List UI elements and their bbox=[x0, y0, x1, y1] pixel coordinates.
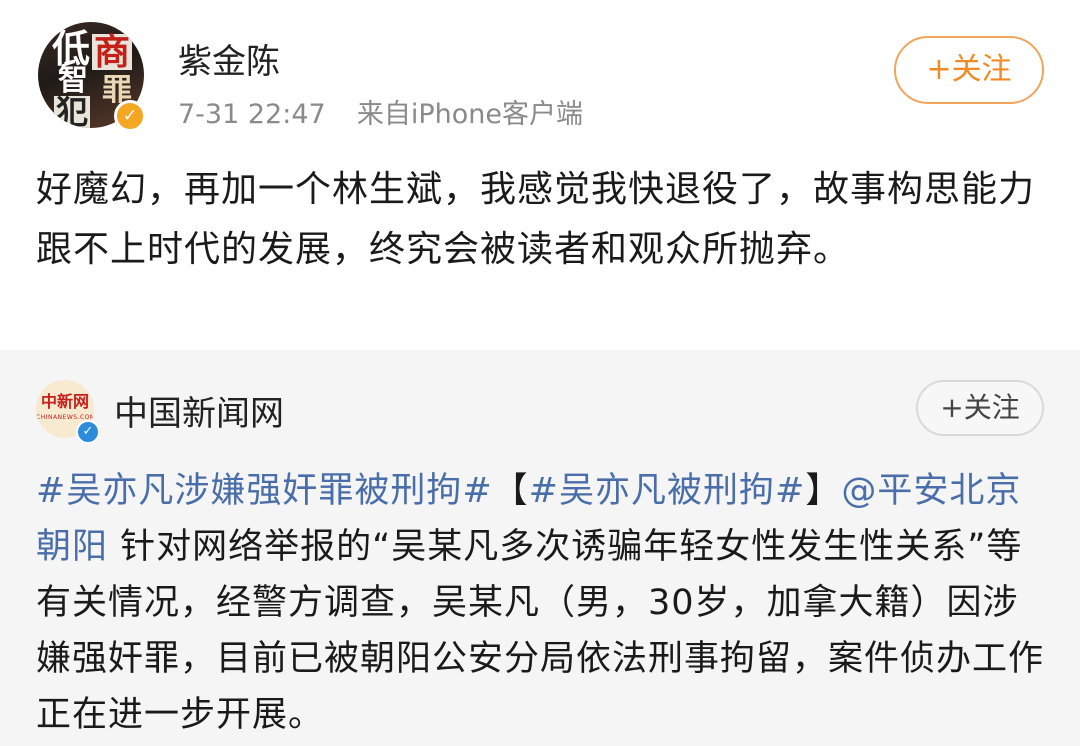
chinanews-logo: 中新网 bbox=[40, 392, 89, 411]
repost-username[interactable]: 中国新闻网 bbox=[114, 386, 284, 435]
verified-badge-icon: ✓ bbox=[114, 100, 146, 132]
repost-body: 针对网络举报的“吴某凡多次诱骗年轻女性发生性关系”等有关情况，经警方调查，吴某凡… bbox=[36, 527, 1045, 735]
verified-badge-icon: ✓ bbox=[76, 420, 100, 444]
avatar-char: 智 bbox=[58, 63, 88, 98]
post-meta: 7-31 22:47 来自iPhone客户端 bbox=[178, 92, 583, 131]
author-username[interactable]: 紫金陈 bbox=[178, 34, 280, 83]
bracket-open: 【 bbox=[492, 471, 529, 511]
hashtag-link[interactable]: #吴亦凡涉嫌强奸罪被刑拘# bbox=[36, 471, 493, 511]
hashtag-link[interactable]: #吴亦凡被刑拘# bbox=[529, 471, 806, 511]
repost-follow-button[interactable]: +关注 bbox=[916, 380, 1044, 436]
reposted-card[interactable]: 中新网 CHINANEWS.COM ✓ 中国新闻网 +关注 #吴亦凡涉嫌强奸罪被… bbox=[0, 350, 1080, 746]
avatar-char: 犯 bbox=[54, 93, 91, 128]
follow-button[interactable]: +关注 bbox=[894, 36, 1044, 104]
bracket-close: 】 bbox=[805, 471, 842, 511]
author-avatar-wrap[interactable]: 低 商 智 罪 犯 ✓ bbox=[38, 22, 146, 132]
repost-text: #吴亦凡涉嫌强奸罪被刑拘#【#吴亦凡被刑拘#】@平安北京朝阳 针对网络举报的“吴… bbox=[36, 463, 1048, 743]
avatar-char: 商 bbox=[92, 31, 133, 73]
post-timestamp: 7-31 22:47 bbox=[178, 99, 326, 130]
repost-avatar-wrap[interactable]: 中新网 CHINANEWS.COM ✓ bbox=[36, 380, 100, 444]
post-source: 来自iPhone客户端 bbox=[356, 99, 583, 130]
post-text: 好魔幻，再加一个林生斌，我感觉我快退役了，故事构思能力跟不上时代的发展，终究会被… bbox=[36, 169, 1036, 270]
weibo-post: 低 商 智 罪 犯 ✓ 紫金陈 7-31 22:47 来自iPhone客户端 +… bbox=[0, 0, 1080, 350]
